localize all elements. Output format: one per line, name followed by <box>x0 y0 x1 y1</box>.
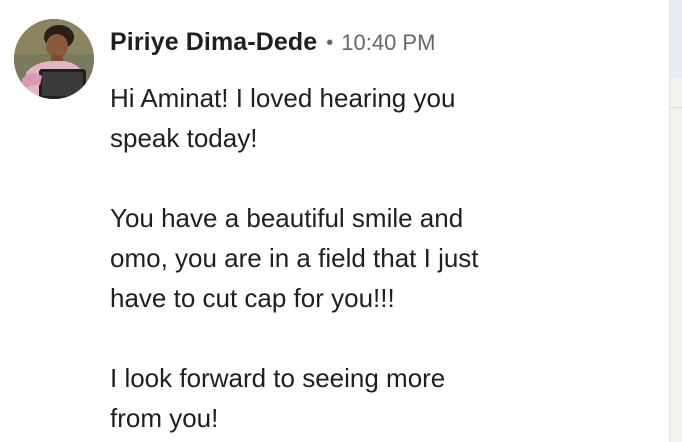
message-body: Hi Aminat! I loved hearing you speak tod… <box>110 78 650 438</box>
message-header: Piriye Dima-Dede • 10:40 PM <box>110 24 435 60</box>
message-line: Hi Aminat! I loved hearing you <box>110 83 456 113</box>
sender-name[interactable]: Piriye Dima-Dede <box>110 28 317 57</box>
message-paragraph: You have a beautiful smile and omo, you … <box>110 198 650 318</box>
message-paragraph: I look forward to seeing more from you! <box>110 358 650 438</box>
sidebar-accent <box>670 0 682 78</box>
profile-photo-icon <box>14 19 94 99</box>
message-line: You have a beautiful smile and <box>110 203 464 233</box>
message-line: omo, you are in a field that I just <box>110 243 479 273</box>
message-timestamp: 10:40 PM <box>341 30 436 55</box>
messaging-pane: Piriye Dima-Dede • 10:40 PM Hi Aminat! I… <box>0 0 682 442</box>
message-line: I look forward to seeing more <box>110 363 446 393</box>
message-paragraph: Hi Aminat! I loved hearing you speak tod… <box>110 78 650 158</box>
message-line: have to cut cap for you!!! <box>110 283 395 313</box>
right-sidebar-edge <box>669 0 682 442</box>
sidebar-divider <box>670 107 682 108</box>
sender-avatar[interactable] <box>14 19 94 99</box>
header-separator: • <box>326 31 334 54</box>
message-line: from you! <box>110 403 219 433</box>
message-line: speak today! <box>110 123 258 153</box>
